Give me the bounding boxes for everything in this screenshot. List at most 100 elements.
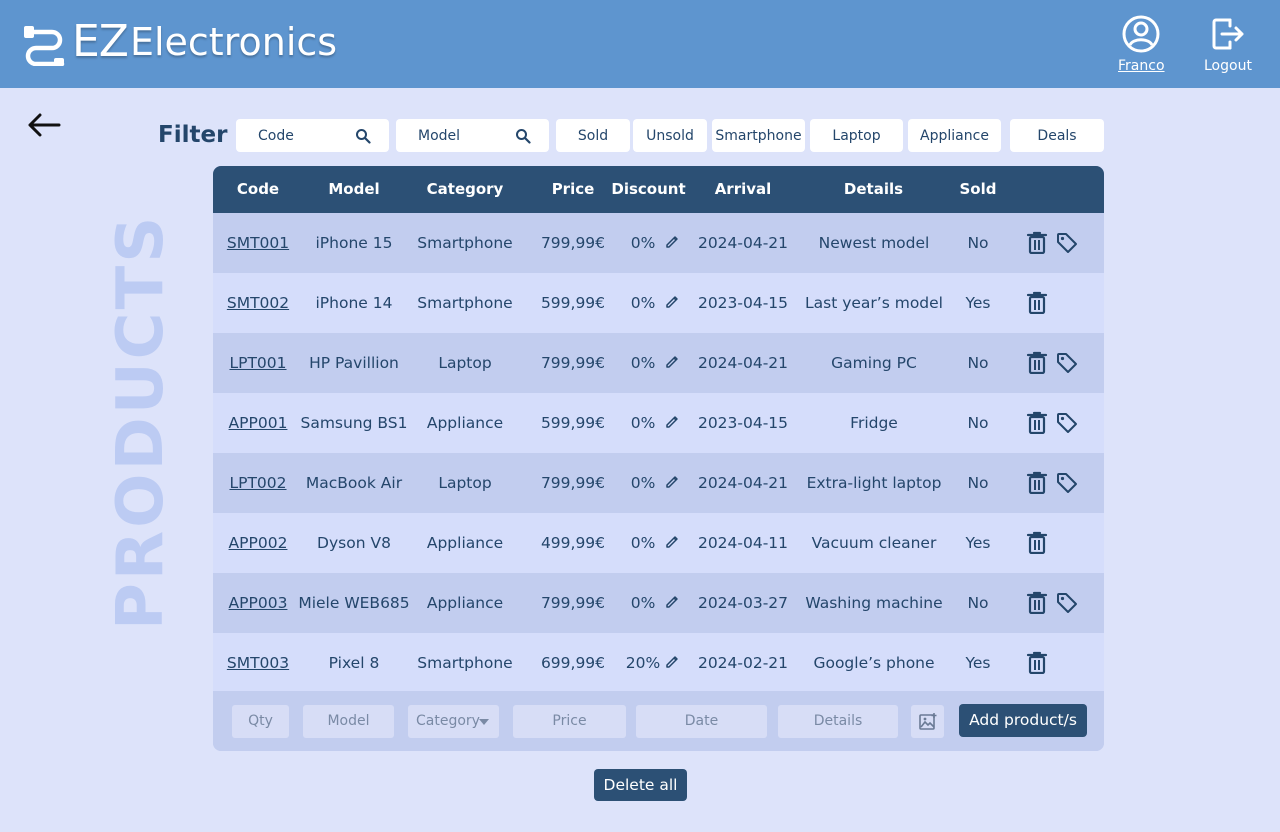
table-row: APP001 Samsung BS1 Appliance 599,99€ 0% 2023-… — [213, 393, 1104, 453]
delete-trash-icon[interactable] — [1026, 530, 1048, 554]
code-search-placeholder: Code — [258, 127, 294, 144]
code-cell[interactable]: SMT003 — [221, 633, 295, 693]
code-cell[interactable]: LPT002 — [221, 453, 295, 513]
delete-trash-icon[interactable] — [1026, 410, 1048, 434]
delete-trash-icon[interactable] — [1026, 350, 1048, 374]
arrival-date-cell: 2023-04-15 — [697, 414, 789, 432]
sell-tag-icon[interactable] — [1055, 591, 1079, 615]
products-table: Code Model Category Price Discount Arriv… — [213, 166, 1104, 751]
search-icon — [356, 129, 371, 144]
category-select[interactable]: Category — [408, 705, 499, 738]
filter-unsold-chip[interactable]: Unsold — [633, 119, 707, 152]
sold-cell: No — [967, 354, 989, 372]
date-input[interactable] — [636, 705, 767, 738]
back-arrow-icon[interactable] — [26, 110, 62, 140]
price-cell: 799,99€ — [540, 354, 606, 372]
edit-discount-pencil-icon[interactable] — [664, 474, 680, 490]
code-cell[interactable]: LPT001 — [221, 333, 295, 393]
arrival-date-cell: 2024-02-21 — [697, 654, 789, 672]
table-row: SMT003 Pixel 8 Smartphone 699,99€ 20% 2024-02… — [213, 633, 1104, 693]
add-product-button[interactable]: Add product/s — [959, 704, 1087, 737]
price-cell: 599,99€ — [540, 294, 606, 312]
code-cell[interactable]: SMT002 — [221, 273, 295, 333]
edit-discount-pencil-icon[interactable] — [664, 234, 680, 250]
column-header-price: Price — [551, 180, 595, 198]
edit-discount-pencil-icon[interactable] — [664, 354, 680, 370]
logout-icon — [1212, 18, 1244, 50]
price-cell: 499,99€ — [540, 534, 606, 552]
code-cell[interactable]: SMT001 — [221, 213, 295, 273]
column-header-model: Model — [328, 180, 380, 198]
arrival-date-cell: 2023-04-15 — [697, 294, 789, 312]
price-cell: 799,99€ — [540, 474, 606, 492]
app-header: EZ Electronics Franco Logout — [0, 0, 1280, 88]
filter-deals-chip[interactable]: Deals — [1010, 119, 1104, 152]
delete-trash-icon[interactable] — [1026, 470, 1048, 494]
chevron-down-icon — [479, 719, 489, 725]
discount-cell: 0% — [630, 414, 656, 432]
model-cell: HP Pavillion — [309, 354, 399, 372]
sell-tag-icon[interactable] — [1055, 471, 1079, 495]
user-circle-icon — [1122, 15, 1160, 53]
sell-tag-icon[interactable] — [1055, 231, 1079, 255]
qty-input[interactable] — [232, 705, 289, 738]
details-input[interactable] — [778, 705, 898, 738]
sell-tag-icon[interactable] — [1055, 351, 1079, 375]
column-header-sold: Sold — [959, 180, 997, 198]
sell-tag-icon[interactable] — [1055, 411, 1079, 435]
edit-discount-pencil-icon[interactable] — [664, 414, 680, 430]
code-cell[interactable]: APP001 — [221, 393, 295, 453]
edit-discount-pencil-icon[interactable] — [664, 294, 680, 310]
category-select-value: Category — [416, 713, 480, 729]
upload-image-button[interactable] — [911, 705, 944, 738]
model-cell: Samsung BS1 — [300, 414, 408, 432]
price-input[interactable] — [513, 705, 626, 738]
delete-all-button[interactable]: Delete all — [594, 769, 687, 801]
add-product-row: Category Add product/s — [213, 691, 1104, 751]
table-row: SMT002 iPhone 14 Smartphone 599,99€ 0% 2023-0… — [213, 273, 1104, 333]
code-cell[interactable]: APP002 — [221, 513, 295, 573]
model-cell: Pixel 8 — [328, 654, 380, 672]
delete-trash-icon[interactable] — [1026, 230, 1048, 254]
table-row: APP002 Dyson V8 Appliance 499,99€ 0% 2024-04-… — [213, 513, 1104, 573]
logout-button[interactable]: Logout — [1204, 14, 1252, 74]
filter-smartphone-chip[interactable]: Smartphone — [712, 119, 805, 152]
user-profile-button[interactable]: Franco — [1118, 14, 1165, 74]
table-row: LPT002 MacBook Air Laptop 799,99€ 0% 2024-04-… — [213, 453, 1104, 513]
model-cell: Dyson V8 — [317, 534, 391, 552]
model-search-placeholder: Model — [418, 127, 461, 144]
sold-cell: No — [967, 594, 989, 612]
details-cell: Extra-light laptop — [806, 474, 942, 492]
arrival-date-cell: 2024-04-11 — [697, 534, 789, 552]
edit-discount-pencil-icon[interactable] — [664, 534, 680, 550]
edit-discount-pencil-icon[interactable] — [664, 654, 680, 670]
discount-cell: 20% — [625, 654, 661, 672]
delete-trash-icon[interactable] — [1026, 650, 1048, 674]
code-search-input[interactable]: Code — [236, 119, 389, 152]
filter-laptop-chip[interactable]: Laptop — [810, 119, 903, 152]
delete-trash-icon[interactable] — [1026, 590, 1048, 614]
code-cell[interactable]: APP003 — [221, 573, 295, 633]
arrival-date-cell: 2024-04-21 — [697, 474, 789, 492]
logo[interactable]: EZ Electronics — [22, 18, 337, 66]
model-input[interactable] — [303, 705, 394, 738]
details-cell: Fridge — [850, 414, 898, 432]
search-icon — [516, 129, 531, 144]
discount-cell: 0% — [630, 234, 656, 252]
user-name-link[interactable]: Franco — [1118, 58, 1165, 74]
details-cell: Washing machine — [805, 594, 943, 612]
category-cell: Appliance — [426, 534, 504, 552]
delete-trash-icon[interactable] — [1026, 290, 1048, 314]
filter-appliance-chip[interactable]: Appliance — [908, 119, 1001, 152]
arrival-date-cell: 2024-04-21 — [697, 354, 789, 372]
category-cell: Smartphone — [417, 654, 513, 672]
category-cell: Appliance — [426, 594, 504, 612]
sold-cell: No — [967, 474, 989, 492]
model-search-input[interactable]: Model — [396, 119, 549, 152]
price-cell: 799,99€ — [540, 234, 606, 252]
table-row: APP003 Miele WEB685 Appliance 799,99€ 0% 2024… — [213, 573, 1104, 633]
filter-sold-chip[interactable]: Sold — [556, 119, 630, 152]
filter-label: Filter — [158, 122, 228, 148]
discount-cell: 0% — [630, 594, 656, 612]
edit-discount-pencil-icon[interactable] — [664, 594, 680, 610]
